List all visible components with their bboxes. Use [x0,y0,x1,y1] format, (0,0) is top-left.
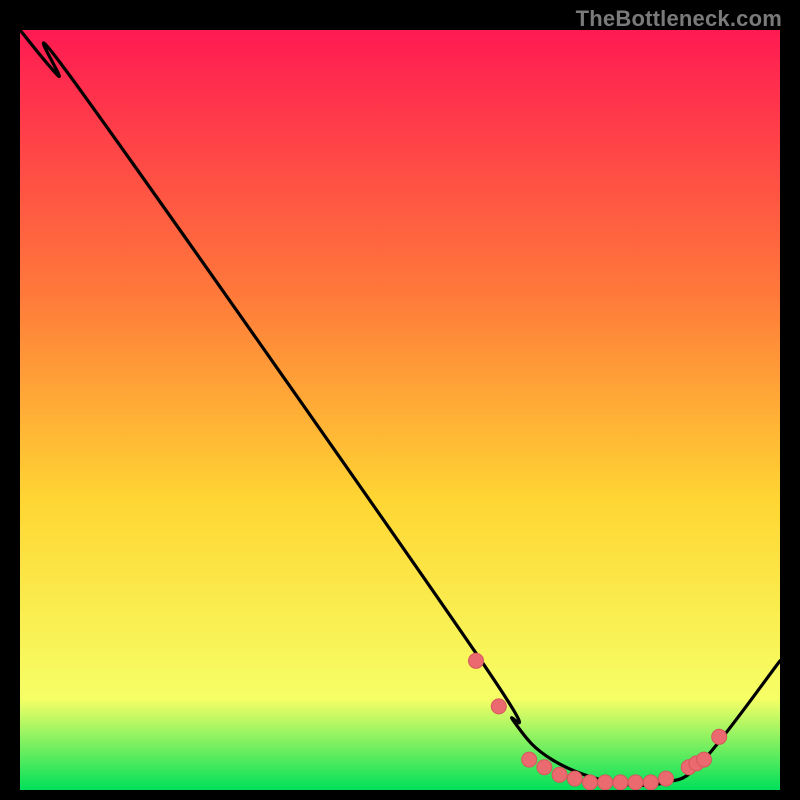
curve-marker [659,771,674,786]
gradient-background [20,30,780,790]
curve-marker [583,775,598,790]
curve-marker [712,729,727,744]
chart-frame [20,30,780,790]
watermark-text: TheBottleneck.com [576,6,782,32]
curve-marker [469,653,484,668]
curve-marker [552,767,567,782]
curve-marker [537,760,552,775]
chart-svg [20,30,780,790]
curve-marker [522,752,537,767]
curve-marker [697,752,712,767]
curve-marker [491,699,506,714]
curve-marker [613,775,628,790]
curve-marker [598,775,613,790]
curve-marker [628,775,643,790]
curve-marker [643,775,658,790]
curve-marker [567,771,582,786]
